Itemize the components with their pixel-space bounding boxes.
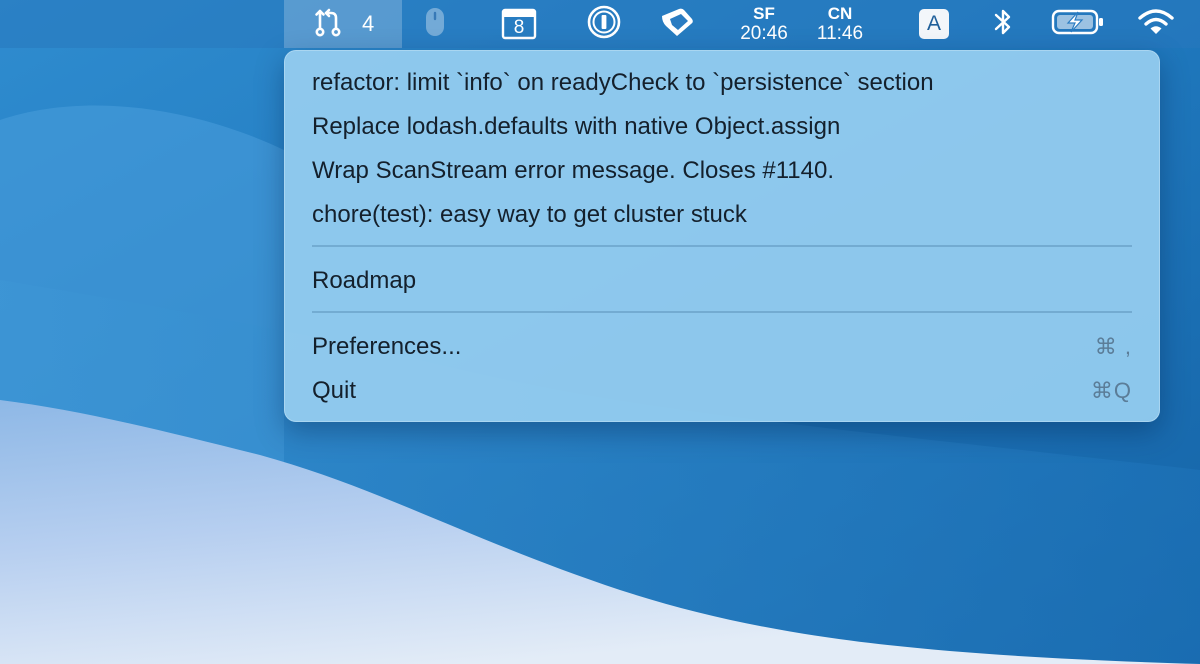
- menu-item-label: chore(test): easy way to get cluster stu…: [312, 201, 747, 228]
- menu-item-preferences[interactable]: Preferences... ⌘ ,: [312, 325, 1132, 369]
- menu-item-roadmap[interactable]: Roadmap: [312, 259, 1132, 303]
- input-source-badge: A: [919, 9, 949, 39]
- calendar-day: 8: [513, 17, 525, 38]
- input-source-item[interactable]: A: [916, 0, 952, 48]
- password-manager-icon: [587, 5, 621, 44]
- menu-item-label: Wrap ScanStream error message. Closes #1…: [312, 157, 835, 184]
- calendar-status-item[interactable]: 8: [500, 0, 538, 48]
- menu-item-label: Preferences...: [312, 333, 462, 360]
- wifi-status-item[interactable]: [1136, 0, 1176, 48]
- clock-city: CN: [827, 4, 853, 23]
- pull-requests-menu: refactor: limit `info` on readyCheck to …: [284, 50, 1160, 422]
- battery-status-item[interactable]: [1050, 0, 1106, 48]
- calendar-icon: 8: [501, 8, 537, 40]
- mouse-icon: [424, 6, 446, 43]
- menu-bar: 4 8 SF 20:46 CN 11:46 A: [0, 0, 1200, 48]
- bluetooth-status-item[interactable]: [988, 0, 1018, 48]
- menu-separator: [312, 311, 1132, 313]
- tag-icon: [659, 6, 695, 43]
- menu-item-label: Quit: [312, 377, 357, 404]
- clock-time: 20:46: [740, 23, 788, 44]
- menu-item-label: refactor: limit `info` on readyCheck to …: [312, 69, 934, 96]
- pull-requests-status-item[interactable]: 4: [284, 0, 402, 48]
- keyboard-shortcut: ⌘ ,: [1094, 334, 1132, 359]
- wifi-icon: [1138, 8, 1174, 41]
- bluetooth-icon: [992, 7, 1014, 42]
- menu-item-label: Replace lodash.defaults with native Obje…: [312, 113, 841, 140]
- password-manager-status-item[interactable]: [586, 0, 622, 48]
- menu-item-pull-request[interactable]: Wrap ScanStream error message. Closes #1…: [312, 149, 1132, 193]
- menu-separator: [312, 245, 1132, 247]
- menu-item-pull-request[interactable]: chore(test): easy way to get cluster stu…: [312, 193, 1132, 237]
- keyboard-shortcut: ⌘Q: [1090, 378, 1132, 403]
- tag-status-item[interactable]: [658, 0, 696, 48]
- menu-item-pull-request[interactable]: Replace lodash.defaults with native Obje…: [312, 105, 1132, 149]
- mouse-status-item[interactable]: [420, 0, 450, 48]
- menu-item-pull-request[interactable]: refactor: limit `info` on readyCheck to …: [312, 61, 1132, 105]
- clock-cn[interactable]: CN 11:46: [808, 0, 872, 48]
- battery-charging-icon: [1051, 8, 1105, 41]
- git-pull-request-icon: [312, 6, 344, 43]
- clock-city: SF: [753, 4, 775, 23]
- clock-time: 11:46: [816, 23, 864, 44]
- menu-item-quit[interactable]: Quit ⌘Q: [312, 369, 1132, 413]
- clock-sf[interactable]: SF 20:46: [732, 0, 796, 48]
- pull-request-count: 4: [362, 11, 375, 36]
- menu-item-label: Roadmap: [312, 267, 417, 294]
